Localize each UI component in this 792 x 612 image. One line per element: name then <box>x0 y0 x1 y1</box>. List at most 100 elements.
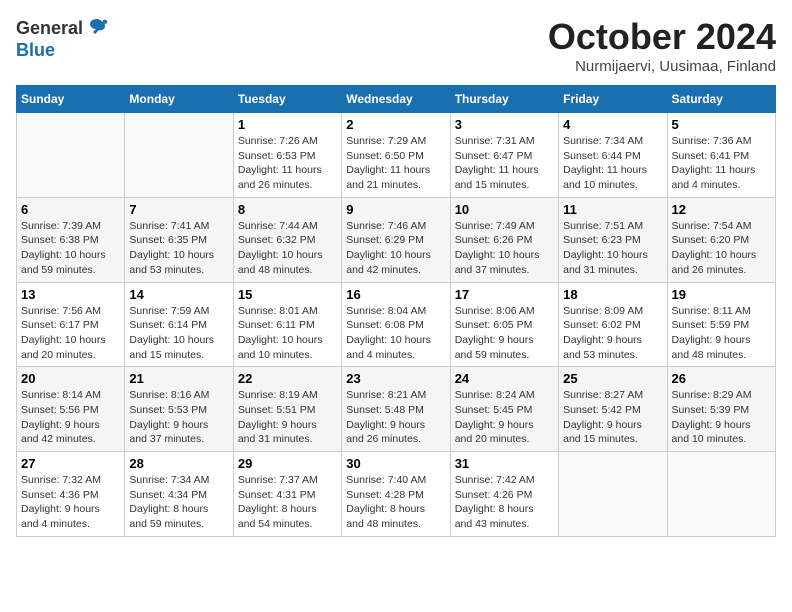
day-number: 3 <box>455 117 554 132</box>
day-number: 29 <box>238 456 337 471</box>
calendar-cell <box>125 113 233 198</box>
day-number: 28 <box>129 456 228 471</box>
calendar-cell: 29Sunrise: 7:37 AMSunset: 4:31 PMDayligh… <box>233 452 341 537</box>
day-info: Sunrise: 7:26 AMSunset: 6:53 PMDaylight:… <box>238 134 337 193</box>
calendar-cell: 11 Sunrise: 7:51 AMSunset: 6:23 PMDayligh… <box>559 197 667 282</box>
calendar-cell: 16 Sunrise: 8:04 AMSunset: 6:08 PMDayligh… <box>342 282 450 367</box>
calendar-cell: 1 Sunrise: 7:26 AMSunset: 6:53 PMDaylight… <box>233 113 341 198</box>
day-number: 6 <box>21 202 120 217</box>
calendar-week-row: 13 Sunrise: 7:56 AMSunset: 6:17 PMDayligh… <box>17 282 776 367</box>
day-number: 4 <box>563 117 662 132</box>
calendar-cell: 28Sunrise: 7:34 AMSunset: 4:34 PMDayligh… <box>125 452 233 537</box>
day-info: Sunrise: 7:51 AMSunset: 6:23 PMDaylight:… <box>563 219 662 278</box>
logo-general-text: General <box>16 18 83 39</box>
day-number: 13 <box>21 287 120 302</box>
logo: General Blue <box>16 16 109 61</box>
calendar-cell: 22 Sunrise: 8:19 AMSunset: 5:51 PMDayligh… <box>233 367 341 452</box>
calendar-cell: 24 Sunrise: 8:24 AMSunset: 5:45 PMDayligh… <box>450 367 558 452</box>
day-number: 21 <box>129 371 228 386</box>
calendar-week-row: 1 Sunrise: 7:26 AMSunset: 6:53 PMDaylight… <box>17 113 776 198</box>
day-info: Sunrise: 7:46 AMSunset: 6:29 PMDaylight:… <box>346 219 445 278</box>
weekday-header-tuesday: Tuesday <box>233 86 341 113</box>
calendar-cell: 15Sunrise: 8:01 AMSunset: 6:11 PMDayligh… <box>233 282 341 367</box>
day-number: 24 <box>455 371 554 386</box>
calendar-cell <box>559 452 667 537</box>
day-info: Sunrise: 8:29 AMSunset: 5:39 PMDaylight:… <box>672 388 771 447</box>
day-number: 11 <box>563 202 662 217</box>
day-number: 17 <box>455 287 554 302</box>
day-info: Sunrise: 7:34 AMSunset: 6:44 PMDaylight:… <box>563 134 662 193</box>
location-subtitle: Nurmijaervi, Uusimaa, Finland <box>548 58 776 75</box>
day-number: 19 <box>672 287 771 302</box>
day-number: 27 <box>21 456 120 471</box>
day-number: 2 <box>346 117 445 132</box>
day-number: 18 <box>563 287 662 302</box>
day-info: Sunrise: 8:14 AMSunset: 5:56 PMDaylight:… <box>21 388 120 447</box>
weekday-header-sunday: Sunday <box>17 86 125 113</box>
calendar-cell: 18 Sunrise: 8:09 AMSunset: 6:02 PMDayligh… <box>559 282 667 367</box>
day-number: 26 <box>672 371 771 386</box>
day-info: Sunrise: 7:36 AMSunset: 6:41 PMDaylight:… <box>672 134 771 193</box>
day-info: Sunrise: 7:32 AMSunset: 4:36 PMDaylight:… <box>21 473 120 532</box>
day-number: 31 <box>455 456 554 471</box>
calendar-cell: 9 Sunrise: 7:46 AMSunset: 6:29 PMDaylight… <box>342 197 450 282</box>
calendar-cell: 25 Sunrise: 8:27 AMSunset: 5:42 PMDayligh… <box>559 367 667 452</box>
weekday-header-wednesday: Wednesday <box>342 86 450 113</box>
day-info: Sunrise: 7:40 AMSunset: 4:28 PMDaylight:… <box>346 473 445 532</box>
day-number: 15 <box>238 287 337 302</box>
day-info: Sunrise: 7:29 AMSunset: 6:50 PMDaylight:… <box>346 134 445 193</box>
calendar-cell: 14 Sunrise: 7:59 AMSunset: 6:14 PMDayligh… <box>125 282 233 367</box>
day-info: Sunrise: 7:54 AMSunset: 6:20 PMDaylight:… <box>672 219 771 278</box>
day-info: Sunrise: 8:21 AMSunset: 5:48 PMDaylight:… <box>346 388 445 447</box>
day-info: Sunrise: 7:59 AMSunset: 6:14 PMDaylight:… <box>129 304 228 363</box>
calendar-cell: 27 Sunrise: 7:32 AMSunset: 4:36 PMDayligh… <box>17 452 125 537</box>
day-info: Sunrise: 7:39 AMSunset: 6:38 PMDaylight:… <box>21 219 120 278</box>
day-info: Sunrise: 8:24 AMSunset: 5:45 PMDaylight:… <box>455 388 554 447</box>
weekday-header-monday: Monday <box>125 86 233 113</box>
day-info: Sunrise: 7:31 AMSunset: 6:47 PMDaylight:… <box>455 134 554 193</box>
calendar-table: SundayMondayTuesdayWednesdayThursdayFrid… <box>16 85 776 537</box>
calendar-cell <box>17 113 125 198</box>
day-number: 14 <box>129 287 228 302</box>
calendar-cell: 10 Sunrise: 7:49 AMSunset: 6:26 PMDayligh… <box>450 197 558 282</box>
day-info: Sunrise: 7:41 AMSunset: 6:35 PMDaylight:… <box>129 219 228 278</box>
day-info: Sunrise: 8:04 AMSunset: 6:08 PMDaylight:… <box>346 304 445 363</box>
calendar-week-row: 27 Sunrise: 7:32 AMSunset: 4:36 PMDayligh… <box>17 452 776 537</box>
day-number: 12 <box>672 202 771 217</box>
calendar-cell: 3 Sunrise: 7:31 AMSunset: 6:47 PMDaylight… <box>450 113 558 198</box>
day-number: 23 <box>346 371 445 386</box>
day-info: Sunrise: 8:09 AMSunset: 6:02 PMDaylight:… <box>563 304 662 363</box>
calendar-cell: 5 Sunrise: 7:36 AMSunset: 6:41 PMDaylight… <box>667 113 775 198</box>
day-info: Sunrise: 7:56 AMSunset: 6:17 PMDaylight:… <box>21 304 120 363</box>
day-number: 30 <box>346 456 445 471</box>
day-info: Sunrise: 8:19 AMSunset: 5:51 PMDaylight:… <box>238 388 337 447</box>
day-number: 16 <box>346 287 445 302</box>
calendar-cell: 4 Sunrise: 7:34 AMSunset: 6:44 PMDaylight… <box>559 113 667 198</box>
calendar-cell: 26 Sunrise: 8:29 AMSunset: 5:39 PMDayligh… <box>667 367 775 452</box>
day-number: 8 <box>238 202 337 217</box>
day-number: 25 <box>563 371 662 386</box>
day-number: 22 <box>238 371 337 386</box>
day-info: Sunrise: 8:27 AMSunset: 5:42 PMDaylight:… <box>563 388 662 447</box>
page-header: General Blue October 2024 Nurmijaervi, U… <box>16 16 776 75</box>
day-number: 10 <box>455 202 554 217</box>
month-title: October 2024 <box>548 16 776 58</box>
calendar-cell: 8Sunrise: 7:44 AMSunset: 6:32 PMDaylight… <box>233 197 341 282</box>
calendar-cell: 20Sunrise: 8:14 AMSunset: 5:56 PMDayligh… <box>17 367 125 452</box>
day-info: Sunrise: 7:49 AMSunset: 6:26 PMDaylight:… <box>455 219 554 278</box>
calendar-cell: 30 Sunrise: 7:40 AMSunset: 4:28 PMDayligh… <box>342 452 450 537</box>
weekday-header-row: SundayMondayTuesdayWednesdayThursdayFrid… <box>17 86 776 113</box>
calendar-cell: 2 Sunrise: 7:29 AMSunset: 6:50 PMDaylight… <box>342 113 450 198</box>
day-number: 7 <box>129 202 228 217</box>
calendar-cell <box>667 452 775 537</box>
day-info: Sunrise: 8:11 AMSunset: 5:59 PMDaylight:… <box>672 304 771 363</box>
calendar-cell: 13 Sunrise: 7:56 AMSunset: 6:17 PMDayligh… <box>17 282 125 367</box>
calendar-cell: 23 Sunrise: 8:21 AMSunset: 5:48 PMDayligh… <box>342 367 450 452</box>
day-number: 1 <box>238 117 337 132</box>
day-info: Sunrise: 8:06 AMSunset: 6:05 PMDaylight:… <box>455 304 554 363</box>
calendar-cell: 19 Sunrise: 8:11 AMSunset: 5:59 PMDayligh… <box>667 282 775 367</box>
day-number: 9 <box>346 202 445 217</box>
weekday-header-saturday: Saturday <box>667 86 775 113</box>
day-number: 5 <box>672 117 771 132</box>
calendar-cell: 31Sunrise: 7:42 AMSunset: 4:26 PMDayligh… <box>450 452 558 537</box>
